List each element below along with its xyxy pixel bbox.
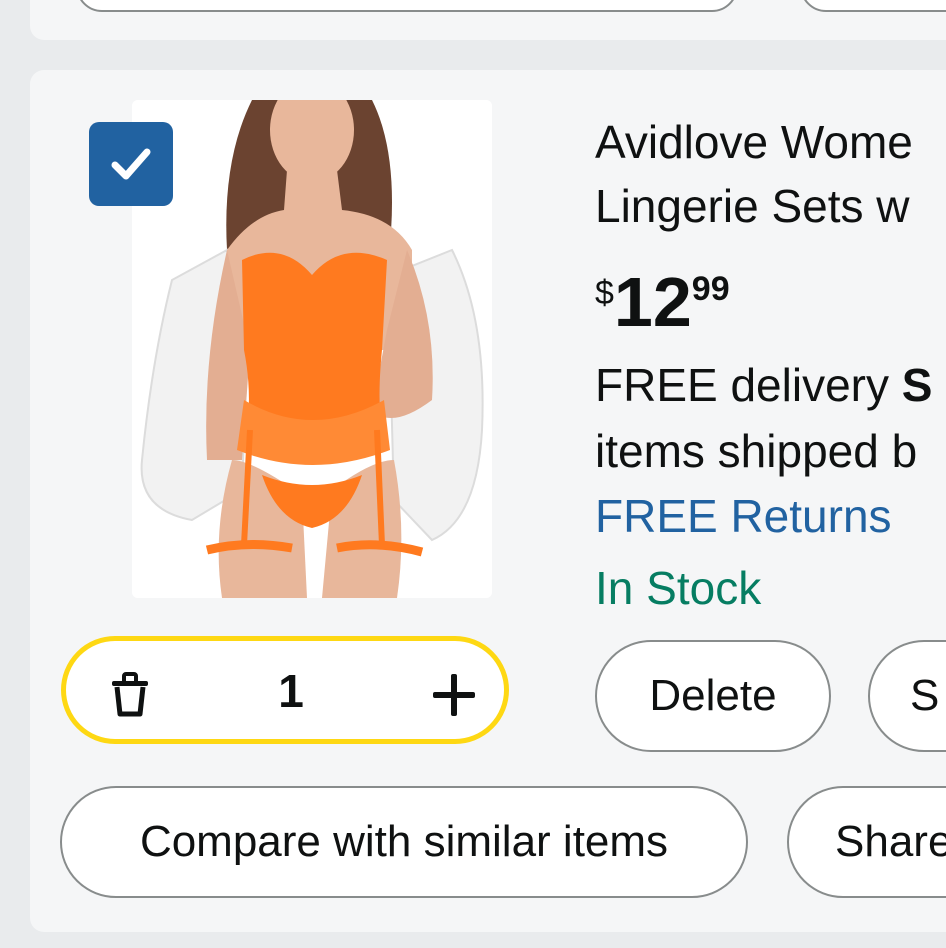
cart-page: Avidlove Wome Lingerie Sets w $ 12 99 FR…: [0, 0, 946, 948]
quantity-value: 1: [278, 665, 304, 717]
previous-item-button[interactable]: [800, 0, 946, 12]
delivery-line2: items shipped b: [595, 425, 918, 477]
delivery-prefix: FREE delivery: [595, 359, 902, 411]
product-photo: [132, 100, 492, 598]
product-title[interactable]: Avidlove Wome Lingerie Sets w: [595, 110, 946, 238]
price-whole: 12: [613, 263, 692, 341]
plus-icon[interactable]: [430, 671, 478, 724]
price-symbol: $: [595, 274, 614, 312]
compare-similar-button[interactable]: Compare with similar items: [60, 786, 748, 898]
product-price: $ 12 99: [595, 262, 730, 342]
select-item-checkbox[interactable]: [89, 122, 173, 206]
trash-icon[interactable]: [106, 671, 154, 724]
product-image[interactable]: [132, 100, 492, 598]
stock-status: In Stock: [595, 562, 762, 614]
share-button[interactable]: Share: [787, 786, 946, 898]
product-title-line1: Avidlove Wome: [595, 116, 913, 168]
delivery-date: S: [901, 359, 933, 411]
free-returns-link[interactable]: FREE Returns: [595, 486, 892, 546]
checkmark-icon: [111, 148, 151, 180]
divider: [0, 932, 946, 948]
price-fraction: 99: [691, 270, 730, 308]
previous-item-button[interactable]: [76, 0, 738, 12]
product-title-line2: Lingerie Sets w: [595, 180, 910, 232]
delivery-info: FREE delivery S items shipped b: [595, 352, 932, 484]
quantity-stepper: 1: [61, 636, 509, 744]
delete-button[interactable]: Delete: [595, 640, 831, 752]
